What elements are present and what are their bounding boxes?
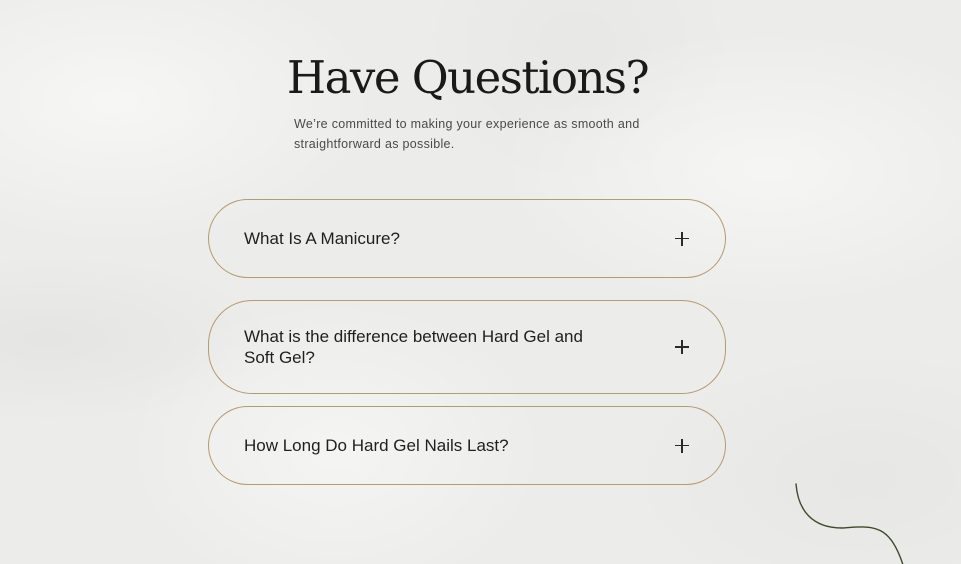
faq-question: How Long Do Hard Gel Nails Last?	[244, 436, 509, 455]
plus-icon[interactable]	[675, 231, 689, 246]
faq-item-manicure[interactable]: What Is A Manicure?	[208, 199, 726, 278]
faq-question: What is the difference between Hard Gel …	[244, 327, 583, 367]
decorative-curve-line	[795, 483, 904, 564]
faq-item-hard-vs-soft-gel[interactable]: What is the difference between Hard Gel …	[208, 300, 726, 394]
faq-question: What Is A Manicure?	[244, 229, 400, 248]
plus-icon[interactable]	[675, 340, 689, 354]
faq-item-hard-gel-duration[interactable]: How Long Do Hard Gel Nails Last?	[208, 406, 726, 485]
faq-list: What Is A Manicure? What is the differen…	[208, 199, 726, 485]
plus-icon[interactable]	[675, 438, 689, 453]
page-title: Have Questions?	[286, 51, 650, 104]
faq-intro-text: We’re committed to making your experienc…	[294, 117, 640, 151]
